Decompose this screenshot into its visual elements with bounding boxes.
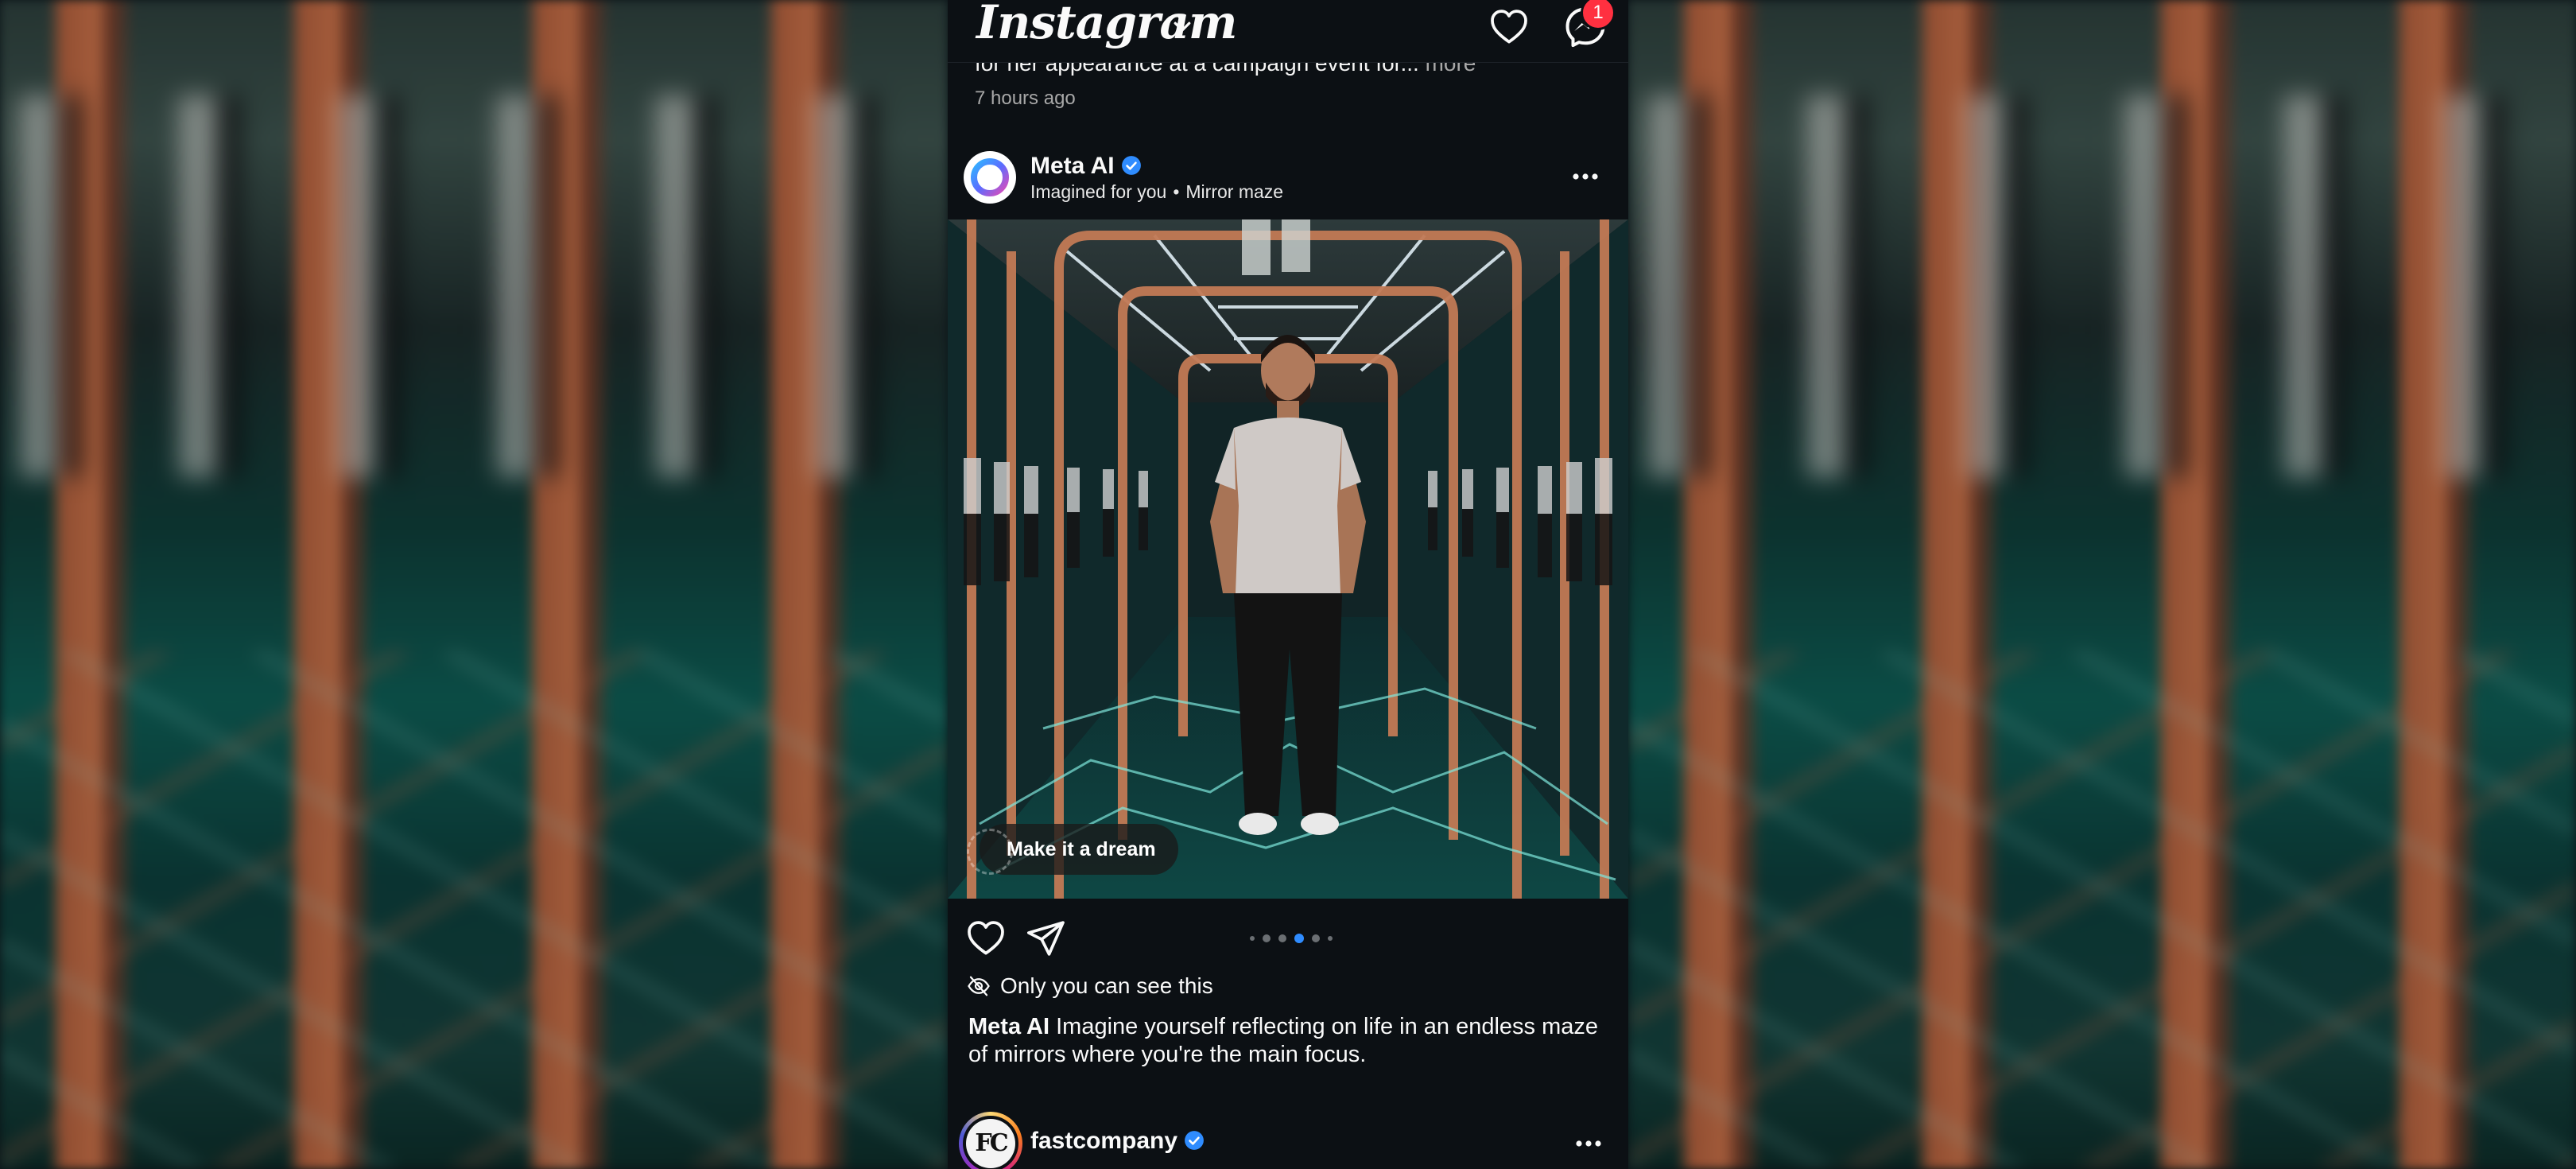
blurred-background-left: [0, 0, 948, 1169]
instagram-logo[interactable]: Instagram: [976, 0, 1237, 49]
top-bar: Instagram 1: [948, 0, 1628, 63]
fc-logo: FC: [966, 1119, 1015, 1168]
separator: •: [1173, 181, 1180, 202]
feed-screen: for her appearance at a campaign event f…: [948, 0, 1628, 1169]
carousel-dot: [1328, 936, 1333, 941]
post-caption: Meta AI Imagine yourself reflecting on l…: [968, 1013, 1604, 1069]
messages-badge: 1: [1581, 0, 1616, 30]
privacy-note: Only you can see this: [967, 973, 1213, 999]
author-name[interactable]: Meta AI: [1030, 153, 1115, 179]
make-dream-label: Make it a dream: [1007, 838, 1156, 860]
carousel-dot-active: [1294, 934, 1304, 943]
next-post-author[interactable]: fastcompany: [1030, 1128, 1205, 1155]
meta-ai-ring-icon: [971, 158, 1009, 196]
carousel-dot: [1250, 936, 1255, 941]
carousel-dot: [1263, 934, 1271, 942]
caption-text: Imagine yourself reflecting on life in a…: [968, 1014, 1598, 1067]
previous-post-timestamp: 7 hours ago: [975, 87, 1076, 109]
verified-badge-icon: [1121, 156, 1141, 175]
post-image[interactable]: [948, 219, 1628, 899]
privacy-text: Only you can see this: [1000, 973, 1213, 998]
make-it-a-dream-button[interactable]: Make it a dream: [967, 824, 1178, 875]
post-subtitle: Imagined for you • Mirror maze: [1030, 181, 1283, 203]
imagined-label: Imagined for you: [1030, 181, 1167, 202]
dream-loading-ring-icon: [967, 829, 1013, 875]
blurred-background-right: [1628, 0, 2576, 1169]
share-send-icon[interactable]: [1024, 916, 1069, 961]
mirror-maze-image: [948, 219, 1628, 899]
caption-author[interactable]: Meta AI: [968, 1014, 1049, 1039]
fastcompany-avatar[interactable]: FC: [959, 1112, 1022, 1169]
topic-label[interactable]: Mirror maze: [1185, 181, 1283, 202]
like-heart-icon[interactable]: [964, 916, 1008, 961]
verified-badge-icon: [1185, 1131, 1204, 1150]
eye-off-icon: [968, 976, 990, 996]
chevron-down-icon[interactable]: [1170, 14, 1194, 38]
carousel-indicator: [1250, 930, 1333, 946]
carousel-dot: [1312, 934, 1320, 942]
more-options-icon[interactable]: [1569, 1131, 1608, 1156]
notifications-heart-icon[interactable]: [1487, 5, 1531, 49]
post-author[interactable]: Meta AI: [1030, 153, 1142, 180]
carousel-dot: [1278, 934, 1286, 942]
meta-ai-avatar[interactable]: [964, 151, 1016, 204]
more-options-icon[interactable]: [1566, 164, 1604, 189]
next-author-name[interactable]: fastcompany: [1030, 1128, 1177, 1154]
